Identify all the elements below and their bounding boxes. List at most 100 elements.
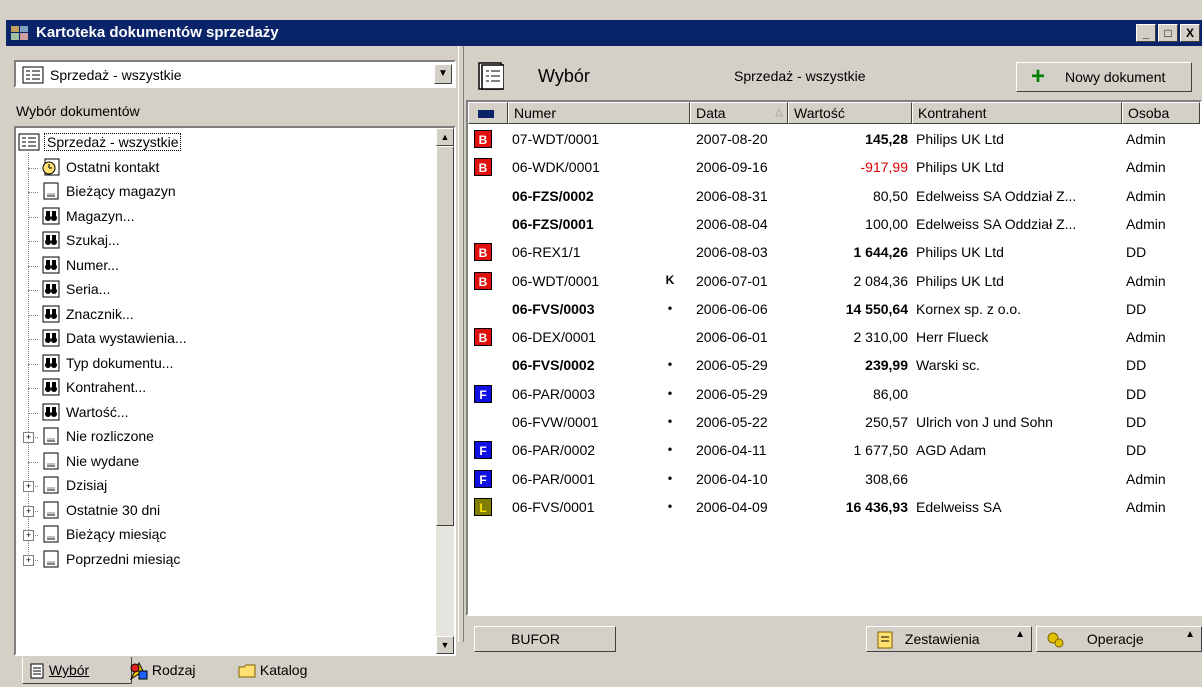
table-row[interactable]: 06-FVS/0002 • 2006-05-29 239,99 Warski sc. DD	[468, 352, 1200, 380]
cell-flag: •	[667, 357, 673, 372]
cell-flag: •	[667, 414, 673, 428]
table-row[interactable]: 06-FVW/0001 • 2006-05-22 250,57 Ulrich von J…	[468, 409, 1200, 437]
table-row[interactable]: B 06-DEX/0001 2006-06-01 2 310,00 Herr Fluec…	[468, 324, 1200, 352]
column-header-kontrahent[interactable]: Kontrahent	[912, 102, 1122, 124]
column-header-wartosc[interactable]: Wartość	[788, 102, 912, 124]
tree-item[interactable]: + Poprzedni miesiąc	[16, 548, 436, 572]
scroll-down-icon[interactable]: ▼	[436, 636, 454, 654]
binoculars-icon	[42, 280, 60, 298]
cell-numer: 06-FVS/0002	[512, 357, 595, 374]
cell-data: 2006-05-29	[696, 357, 768, 374]
bufor-button[interactable]: BUFOR	[474, 626, 616, 652]
documents-table[interactable]: Numer Data △ Wartość Kontrahent Osoba B 0…	[466, 100, 1202, 616]
document-icon	[42, 476, 60, 494]
cell-flag: •	[667, 498, 673, 513]
table-row[interactable]: L 06-FVS/0001 • 2006-04-09 16 436,93 Edelweis…	[468, 494, 1200, 522]
report-icon	[877, 631, 893, 649]
cell-numer: 06-PAR/0001	[512, 470, 596, 487]
main-window: Kartoteka dokumentów sprzedaży _ □ X Spr…	[0, 0, 1202, 684]
tree-item[interactable]: Wartość...	[16, 401, 436, 425]
tree-item[interactable]: Szukaj...	[16, 229, 436, 253]
tab-wybor[interactable]: Wybór	[22, 657, 132, 684]
maximize-button[interactable]: □	[1158, 24, 1178, 42]
tree-item[interactable]: Numer...	[16, 254, 436, 278]
table-row[interactable]: F 06-PAR/0002 • 2006-04-11 1 677,50 AGD Adam D…	[468, 437, 1200, 465]
cell-wartosc: 239,99	[865, 357, 908, 374]
cell-flag: •	[667, 470, 673, 485]
tree-guide-line	[28, 339, 38, 340]
tree-item-label: Bieżący miesiąc	[66, 526, 167, 542]
cell-osoba: DD	[1126, 357, 1147, 374]
table-row[interactable]: 06-FZS/0002 2006-08-31 80,50 Edelweiss SA O…	[468, 183, 1200, 211]
document-list-icon	[18, 133, 40, 151]
column-header-numer[interactable]: Numer	[508, 102, 690, 124]
chevron-up-icon: ▲	[1185, 629, 1195, 640]
tree-item[interactable]: + Bieżący miesiąc	[16, 523, 436, 547]
tree-item[interactable]: Typ dokumentu...	[16, 352, 436, 376]
tree-item[interactable]: Nie wydane	[16, 450, 436, 474]
cell-data: 2006-05-29	[696, 385, 768, 402]
tree-item[interactable]: Seria...	[16, 278, 436, 302]
table-row[interactable]: F 06-PAR/0003 • 2006-05-29 86,00 DD	[468, 381, 1200, 409]
tree-item[interactable]: Znacznik...	[16, 303, 436, 327]
table-row[interactable]: B 07-WDT/0001 2007-08-20 145,28 Philips UK L…	[468, 126, 1200, 154]
table-row[interactable]: B 06-REX1/1 2006-08-03 1 644,26 Philips UK L…	[468, 239, 1200, 267]
new-document-button[interactable]: + Nowy dokument	[1016, 62, 1192, 92]
tree-item[interactable]: Data wystawienia...	[16, 327, 436, 351]
color-marker-icon	[478, 110, 494, 118]
expand-icon[interactable]: +	[23, 432, 34, 443]
document-set-dropdown[interactable]: Sprzedaż - wszystkie ▼	[14, 60, 456, 88]
tree-item[interactable]: + Ostatnie 30 dni	[16, 499, 436, 523]
tab-katalog[interactable]: Katalog	[232, 657, 313, 683]
column-header-icon[interactable]	[468, 102, 508, 124]
table-row[interactable]: F 06-PAR/0001 • 2006-04-10 308,66 Admin	[468, 466, 1200, 494]
tab-rodzaj[interactable]: Rodzaj	[124, 657, 201, 683]
tree-item[interactable]: Kontrahent...	[16, 376, 436, 400]
expand-icon[interactable]: +	[23, 530, 34, 541]
cell-osoba: DD	[1126, 414, 1147, 430]
table-row[interactable]: B 06-WDK/0001 2006-09-16 -917,99 Philips UK …	[468, 154, 1200, 182]
chevron-down-icon[interactable]: ▼	[434, 64, 452, 84]
tree-item[interactable]: + Dzisiaj	[16, 474, 436, 498]
cell-osoba: DD	[1126, 385, 1147, 402]
tree-item[interactable]: + Nie rozliczone	[16, 425, 436, 449]
cell-numer: 06-WDK/0001	[512, 159, 600, 176]
cell-osoba: Admin	[1126, 159, 1166, 176]
zestawienia-button[interactable]: Zestawienia ▲	[866, 626, 1032, 652]
cell-kontrahent: Edelweiss SA Oddział Z...	[916, 215, 1077, 232]
tree-item[interactable]: Sprzedaż - wszystkie	[16, 131, 436, 155]
scroll-thumb[interactable]	[436, 146, 454, 526]
expand-icon[interactable]: +	[23, 554, 34, 566]
tree-item[interactable]: Ostatni kontakt	[16, 156, 436, 180]
operacje-button[interactable]: Operacje ▲	[1036, 626, 1202, 652]
binoculars-icon	[42, 256, 60, 274]
cell-wartosc: 1 677,50	[853, 442, 909, 459]
close-button[interactable]: X	[1180, 24, 1200, 42]
tab-label: Katalog	[259, 662, 308, 678]
title-bar[interactable]: Kartoteka dokumentów sprzedaży _ □ X	[6, 20, 1202, 46]
expand-icon[interactable]: +	[23, 481, 34, 492]
panel-splitter[interactable]	[458, 46, 464, 642]
tree-scrollbar[interactable]: ▲ ▼	[436, 128, 454, 654]
list-subtitle: Sprzedaż - wszystkie	[734, 68, 866, 84]
minimize-button[interactable]: _	[1136, 24, 1156, 42]
column-header-data[interactable]: Data △	[690, 102, 788, 124]
table-row[interactable]: 06-FVS/0003 • 2006-06-06 14 550,64 Kornex sp…	[468, 296, 1200, 324]
document-tree[interactable]: ▲ ▼ Sprzedaż - wszystkie Ostatni kontakt B…	[14, 126, 456, 656]
operacje-label: Operacje	[1086, 631, 1144, 647]
cell-data: 2006-06-01	[696, 329, 768, 346]
cell-osoba: Admin	[1126, 498, 1166, 515]
tree-guide-line	[28, 241, 38, 242]
cell-flag: •	[667, 385, 673, 400]
table-row[interactable]: 06-FZS/0001 2006-08-04 100,00 Edelweiss SA …	[468, 211, 1200, 239]
chevron-up-icon: ▲	[1015, 629, 1025, 640]
scroll-up-icon[interactable]: ▲	[436, 128, 454, 146]
expand-icon[interactable]: +	[23, 505, 34, 517]
tree-item[interactable]: Bieżący magazyn	[16, 180, 436, 204]
table-row[interactable]: B 06-WDT/0001 K 2006-07-01 2 084,36 Philips U…	[468, 268, 1200, 296]
tree-guide-line	[28, 265, 38, 267]
tree-item-label: Seria...	[66, 281, 111, 297]
column-header-osoba[interactable]: Osoba	[1122, 102, 1200, 124]
tree-item[interactable]: Magazyn...	[16, 205, 436, 229]
cell-wartosc: 86,00	[872, 385, 908, 402]
